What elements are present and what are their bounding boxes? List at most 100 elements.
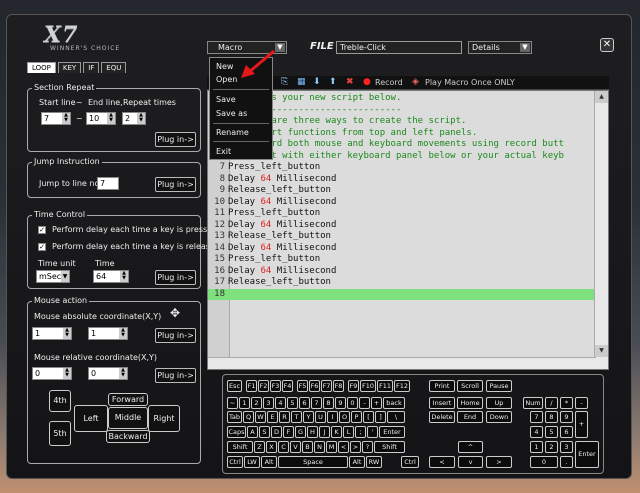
key[interactable]: 2 <box>251 397 262 409</box>
key[interactable]: V <box>290 441 301 453</box>
key-7[interactable]: F7 <box>321 380 332 392</box>
mouse-forward-button[interactable]: Forward <box>108 393 148 406</box>
key[interactable]: ~ <box>227 397 238 409</box>
key[interactable]: B <box>302 441 313 453</box>
time-unit-dropdown[interactable]: mSec ▼ <box>36 270 70 283</box>
key[interactable]: \ <box>387 411 405 423</box>
horizontal-scrollbar[interactable] <box>208 357 596 369</box>
key-10[interactable]: F10 <box>360 380 376 392</box>
key-6[interactable]: F6 <box>309 380 320 392</box>
key[interactable]: ? <box>362 441 373 453</box>
numpad-key[interactable]: 7 <box>530 411 543 423</box>
key[interactable]: back <box>383 397 405 409</box>
key[interactable]: Ctrl <box>227 456 243 468</box>
key[interactable]: Q <box>243 411 254 423</box>
move-crosshair-icon[interactable]: ✥ <box>170 306 180 320</box>
stepper-arrows-icon[interactable]: ▲ ▼ <box>119 368 127 379</box>
key[interactable]: Enter <box>379 426 405 438</box>
key-3[interactable]: F3 <box>270 380 281 392</box>
numpad-key[interactable]: / <box>545 397 558 409</box>
key[interactable]: T <box>291 411 302 423</box>
absolute-y-stepper[interactable]: 1 ▲ ▼ <box>88 327 128 340</box>
key-1[interactable]: F1 <box>246 380 257 392</box>
numpad-key[interactable]: Num <box>523 397 543 409</box>
absolute-x-stepper[interactable]: 1 ▲ ▼ <box>32 327 72 340</box>
nav-key[interactable]: Insert <box>429 397 455 409</box>
key[interactable]: Caps <box>227 426 246 438</box>
tab-key[interactable]: KEY <box>57 62 82 73</box>
absolute-plugin-button[interactable]: Plug in-> <box>155 328 196 343</box>
key[interactable]: Y <box>303 411 314 423</box>
key[interactable]: X <box>266 441 277 453</box>
nav-key[interactable]: Up <box>486 397 512 409</box>
script-line[interactable]: 10 Delay 64 Millisecond <box>208 197 594 209</box>
key-0[interactable]: Esc <box>227 380 242 392</box>
key[interactable]: A <box>247 426 258 438</box>
key-2[interactable]: F2 <box>258 380 269 392</box>
key[interactable]: W <box>255 411 266 423</box>
vertical-scrollbar[interactable]: ▲ ▼ <box>594 91 608 369</box>
script-line[interactable]: 8 Delay 64 Millisecond <box>208 174 594 186</box>
key[interactable]: ; <box>355 426 366 438</box>
nav-key[interactable]: Home <box>457 397 483 409</box>
stepper-arrows-icon[interactable]: ▲ ▼ <box>137 113 145 124</box>
key[interactable]: + <box>371 397 382 409</box>
scroll-up-icon[interactable]: ▲ <box>595 91 608 103</box>
key[interactable]: Z <box>254 441 265 453</box>
key[interactable]: M <box>326 441 337 453</box>
numpad-key[interactable]: 2 <box>545 441 558 453</box>
move-down-icon[interactable]: ⬇ <box>313 77 321 87</box>
file-name-field[interactable]: Treble-Click <box>336 41 462 54</box>
key[interactable]: 1 <box>239 397 250 409</box>
key-12[interactable]: F12 <box>394 380 410 392</box>
nav-key[interactable]: Print <box>429 380 455 392</box>
key[interactable]: L <box>343 426 354 438</box>
numpad-enter-key[interactable]: Enter <box>575 441 599 468</box>
key[interactable]: Space <box>278 456 348 468</box>
key[interactable]: 3 <box>263 397 274 409</box>
menu-item-new[interactable]: New <box>216 62 233 71</box>
menu-item-exit[interactable]: Exit <box>216 147 231 156</box>
time-control-plugin-button[interactable]: Plug in-> <box>155 270 196 285</box>
numpad-key[interactable]: 3 <box>560 441 573 453</box>
stepper-arrows-icon[interactable]: ▲ ▼ <box>62 113 70 124</box>
script-line[interactable]: 12 Delay 64 Millisecond <box>208 220 594 232</box>
key[interactable]: 8 <box>323 397 334 409</box>
arrow-right-key[interactable]: > <box>486 456 512 468</box>
nav-key[interactable]: Delete <box>429 411 455 423</box>
script-line[interactable]: 18 <box>208 288 594 300</box>
key[interactable]: E <box>267 411 278 423</box>
stepper-arrows-icon[interactable]: ▲ ▼ <box>107 113 115 124</box>
key[interactable]: Alt <box>261 456 277 468</box>
key[interactable]: 4 <box>275 397 286 409</box>
numpad-key[interactable]: 0 <box>530 456 558 468</box>
numpad-key[interactable]: 6 <box>560 426 573 438</box>
mouse-left-button[interactable]: Left <box>74 405 108 432</box>
menu-item-save-as[interactable]: Save as <box>216 109 247 118</box>
record-label[interactable]: Record <box>375 78 403 87</box>
view-dropdown[interactable]: Details ▼ <box>468 41 532 54</box>
key[interactable]: D <box>271 426 282 438</box>
key[interactable]: S <box>259 426 270 438</box>
key[interactable]: [ <box>363 411 374 423</box>
key[interactable]: 6 <box>299 397 310 409</box>
script-line[interactable]: 16 Delay 64 Millisecond <box>208 266 594 278</box>
script-line[interactable]: 14 Delay 64 Millisecond <box>208 243 594 255</box>
key[interactable]: 7 <box>311 397 322 409</box>
mouse-4th-button[interactable]: 4th <box>49 390 71 412</box>
key[interactable]: Tab <box>227 411 242 423</box>
stepper-arrows-icon[interactable]: ▲ ▼ <box>120 271 128 282</box>
script-line[interactable]: 17 Release_left_button <box>208 277 594 289</box>
script-line[interactable]: 7 Press_left_button <box>208 162 594 174</box>
relative-x-stepper[interactable]: 0 ▲ ▼ <box>32 367 72 380</box>
key[interactable]: 0 <box>347 397 358 409</box>
move-up-icon[interactable]: ⬆ <box>329 77 337 87</box>
key-11[interactable]: F11 <box>377 380 393 392</box>
nav-key[interactable]: Scroll <box>457 380 483 392</box>
menu-item-rename[interactable]: Rename <box>216 128 249 137</box>
key[interactable]: ] <box>375 411 386 423</box>
numpad-key[interactable]: + <box>575 411 588 438</box>
numpad-key[interactable]: 8 <box>545 411 558 423</box>
key[interactable]: N <box>314 441 325 453</box>
script-line[interactable]: 11 Press_left_button <box>208 208 594 220</box>
